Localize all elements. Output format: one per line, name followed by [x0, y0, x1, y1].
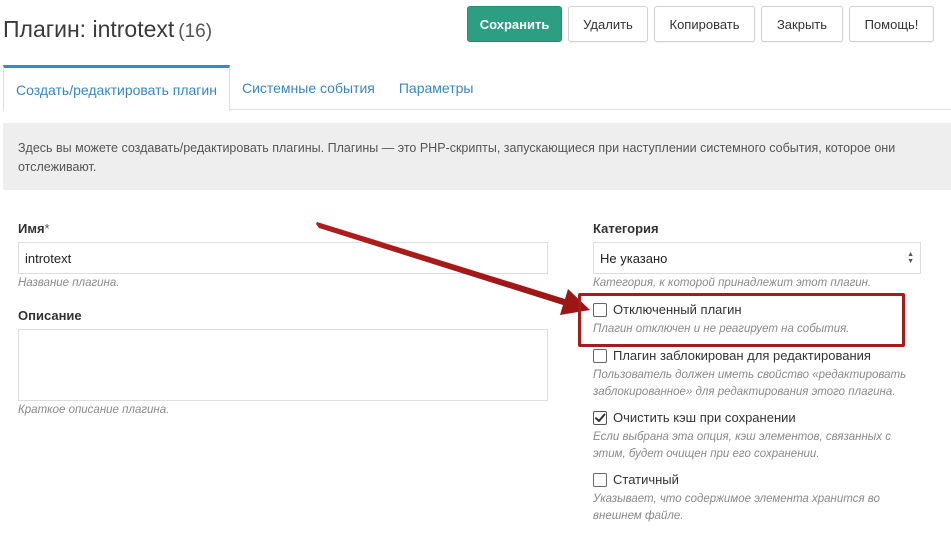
toolbar: Сохранить Удалить Копировать Закрыть Пом… — [467, 6, 934, 42]
close-button[interactable]: Закрыть — [761, 6, 843, 42]
help-button[interactable]: Помощь! — [849, 6, 934, 42]
tab-parameters[interactable]: Параметры — [387, 65, 486, 110]
name-hint: Название плагина. — [18, 277, 120, 289]
name-label: Имя* — [18, 221, 50, 236]
static-checkbox[interactable] — [593, 472, 607, 487]
description-hint: Краткое описание плагина. — [18, 404, 170, 416]
category-selected-value: Не указано — [600, 250, 668, 266]
clear-cache-option[interactable]: Очистить кэш при сохранении — [593, 410, 796, 425]
save-button[interactable]: Сохранить — [467, 6, 562, 42]
required-mark: * — [44, 221, 50, 236]
static-label: Статичный — [613, 472, 679, 487]
page-title-text: Плагин: introtext — [3, 16, 175, 42]
disabled-plugin-option[interactable]: Отключенный плагин — [593, 302, 742, 317]
name-label-text: Имя — [18, 221, 45, 236]
copy-button[interactable]: Копировать — [654, 6, 755, 42]
description-textarea[interactable] — [18, 329, 548, 401]
info-panel: Здесь вы можете создавать/редактировать … — [3, 123, 951, 190]
category-label: Категория — [593, 221, 659, 236]
category-select[interactable]: Не указано ▲ ▼ — [593, 242, 921, 274]
select-arrows-icon: ▲ ▼ — [907, 251, 914, 265]
name-input[interactable] — [18, 242, 548, 274]
clear-cache-checkbox[interactable] — [593, 410, 607, 425]
page-title: Плагин: introtext (16) — [3, 16, 212, 43]
tab-edit-plugin[interactable]: Создать/редактировать плагин — [3, 65, 230, 111]
static-option[interactable]: Статичный — [593, 472, 679, 487]
tab-bar: Создать/редактировать плагин Системные с… — [3, 65, 951, 111]
locked-plugin-label: Плагин заблокирован для редактирования — [613, 348, 871, 363]
disabled-plugin-hint: Плагин отключен и не реагирует на событи… — [593, 323, 850, 335]
delete-button[interactable]: Удалить — [568, 6, 648, 42]
locked-plugin-option[interactable]: Плагин заблокирован для редактирования — [593, 348, 871, 363]
disabled-plugin-label: Отключенный плагин — [613, 302, 742, 317]
locked-plugin-checkbox[interactable] — [593, 348, 607, 363]
disabled-plugin-checkbox[interactable] — [593, 302, 607, 317]
clear-cache-label: Очистить кэш при сохранении — [613, 410, 796, 425]
static-hint-2: внешнем файле. — [593, 510, 684, 522]
tab-system-events[interactable]: Системные события — [230, 65, 387, 110]
clear-cache-hint-2: этим, будет очищен при его сохранении. — [593, 448, 820, 460]
description-label: Описание — [18, 308, 82, 323]
plugin-id-count: (16) — [178, 21, 213, 42]
checkmark-icon — [595, 413, 606, 422]
info-text: Здесь вы можете создавать/редактировать … — [18, 141, 896, 174]
category-hint: Категория, к которой принадлежит этот пл… — [593, 277, 872, 289]
locked-plugin-hint-2: заблокированное» для редактирования этог… — [593, 386, 896, 398]
